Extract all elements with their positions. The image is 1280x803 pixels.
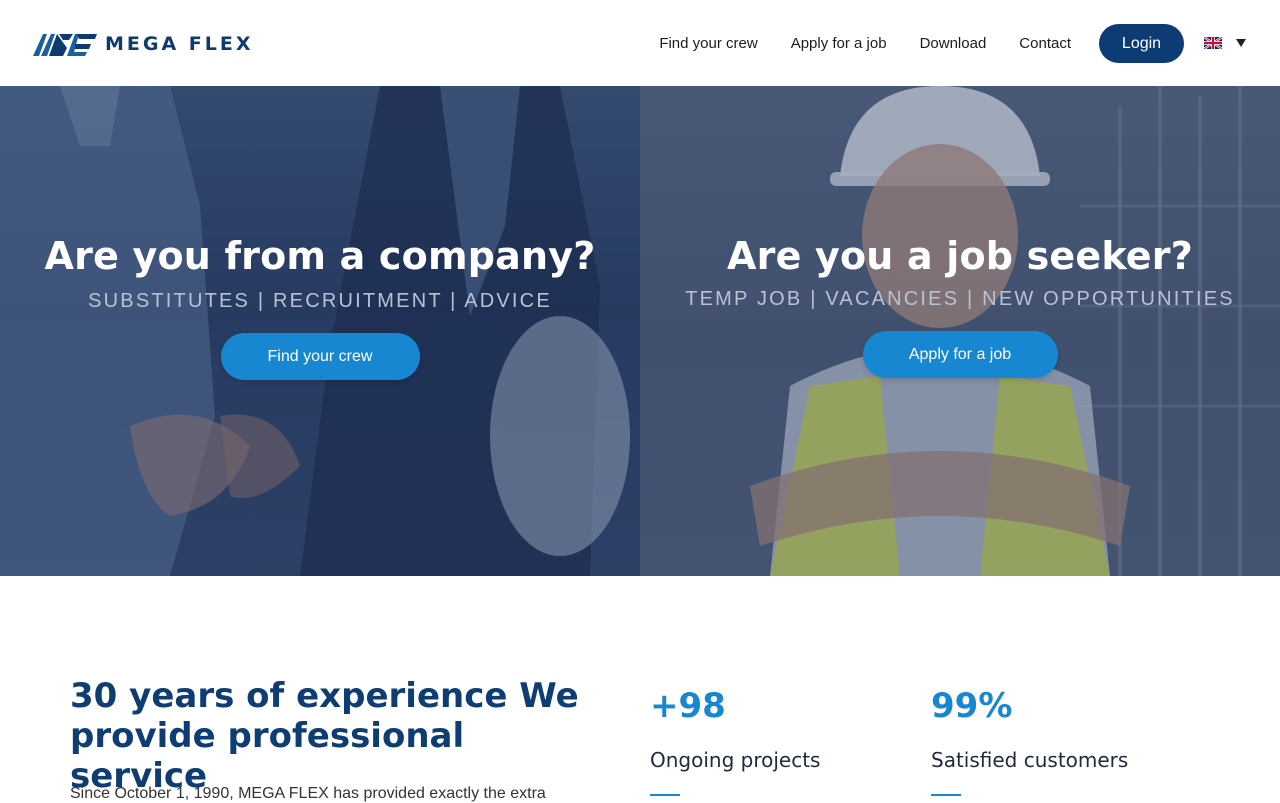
jobseeker-subtitle: TEMP JOB | VACANCIES | NEW OPPORTUNITIES — [685, 288, 1235, 310]
mega-flex-logo-icon — [33, 34, 97, 56]
stat-value: +98 — [650, 686, 726, 726]
uk-flag-icon — [1204, 37, 1222, 49]
language-selector[interactable] — [1204, 36, 1247, 50]
jobseeker-panel-content: Are you a job seeker? TEMP JOB | VACANCI… — [640, 234, 1280, 378]
about-text: Since October 1, 1990, MEGA FLEX has pro… — [70, 785, 546, 802]
stat-satisfied-customers: 99% Satisfied customers — [931, 686, 1191, 796]
logo-text: MEGA FLEX — [105, 33, 254, 55]
company-panel: Are you from a company? SUBSTITUTES | RE… — [0, 86, 640, 576]
stat-divider — [650, 794, 680, 796]
login-button[interactable]: Login — [1099, 24, 1184, 63]
nav-find-your-crew[interactable]: Find your crew — [659, 35, 757, 52]
company-subtitle: SUBSTITUTES | RECRUITMENT | ADVICE — [88, 290, 552, 312]
logo[interactable]: MEGA FLEX — [33, 29, 278, 59]
jobseeker-title: Are you a job seeker? — [727, 234, 1193, 278]
find-your-crew-button[interactable]: Find your crew — [220, 333, 420, 380]
stat-value: 99% — [931, 686, 1013, 726]
stat-label: Satisfied customers — [931, 748, 1129, 772]
stat-divider — [931, 794, 961, 796]
apply-for-a-job-button[interactable]: Apply for a job — [862, 331, 1058, 378]
about-title: 30 years of experience We provide profes… — [70, 676, 579, 796]
nav-apply-for-a-job[interactable]: Apply for a job — [791, 35, 887, 52]
nav-download[interactable]: Download — [920, 35, 987, 52]
company-title: Are you from a company? — [44, 234, 596, 278]
nav-contact[interactable]: Contact — [1019, 35, 1071, 52]
hero-section: Are you from a company? SUBSTITUTES | RE… — [0, 86, 1280, 576]
main-nav: Find your crew Apply for a job Download … — [659, 24, 1184, 63]
stat-ongoing-projects: +98 Ongoing projects — [650, 686, 910, 796]
jobseeker-panel: Are you a job seeker? TEMP JOB | VACANCI… — [640, 86, 1280, 576]
stat-label: Ongoing projects — [650, 748, 821, 772]
site-header: MEGA FLEX Find your crew Apply for a job… — [0, 0, 1280, 86]
chevron-down-icon — [1236, 39, 1246, 47]
company-panel-content: Are you from a company? SUBSTITUTES | RE… — [0, 234, 640, 380]
